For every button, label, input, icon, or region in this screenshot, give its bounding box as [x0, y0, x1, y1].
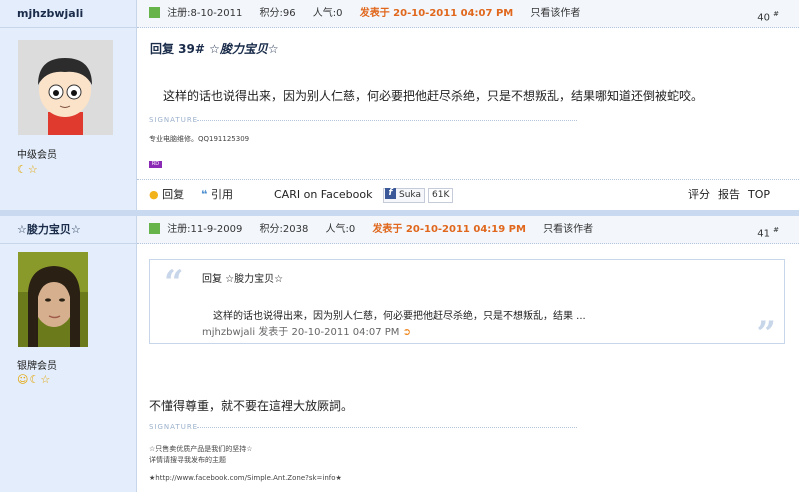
avatar[interactable] [18, 40, 113, 135]
facebook-icon: f [385, 188, 396, 199]
quote-label: 引用 [210, 188, 233, 201]
facebook-like-button[interactable]: f Suka [383, 188, 425, 203]
quote-source[interactable]: mjhzbwjali 发表于 20-10-2011 04:07 PM ➲ [202, 323, 411, 338]
author-only-link[interactable]: 只看该作者 [530, 8, 580, 19]
open-quote-icon: “ [164, 263, 184, 303]
user-rank: 中级会员 [17, 150, 57, 161]
signature-divider [197, 120, 577, 121]
post-meta: 注册:8-10-2011 积分:96 人气:0 发表于 20-10-2011 0… [137, 0, 799, 28]
author-name[interactable]: mjhzbwjali [0, 0, 136, 28]
rate-button[interactable]: 评分 [688, 180, 710, 210]
author-name[interactable]: ☆朘力宝贝☆ [0, 216, 136, 244]
top-button[interactable]: TOP [748, 180, 770, 210]
floor-mark: # [773, 10, 779, 18]
user-rank: 银牌会员 [17, 361, 57, 372]
jump-to-post-icon[interactable]: ➲ [403, 327, 411, 338]
quote-icon: ❝ [201, 188, 208, 201]
reply-button[interactable]: ● 回复 [149, 180, 184, 210]
post-40: mjhzbwjali 中级会员 ☾☆ 注册:8-10-2011 积分:96 人气… [0, 0, 799, 210]
post-date: 发表于 20-10-2011 04:19 PM [372, 224, 526, 235]
quote-block: “ 回复 ☆朘力宝贝☆ 这样的话也说得出来，因为别人仁慈，何必要把他赶尽杀绝，只… [149, 259, 785, 351]
floor-value: 40 [757, 12, 770, 24]
avatar[interactable] [18, 252, 88, 347]
floor-value: 41 [757, 228, 770, 240]
rank-stars-icon: ☾☆ [17, 163, 39, 176]
signature-line-1: ☆只售卖优质产品是我们的坚持☆ [149, 445, 253, 453]
post-meta: 注册:11-9-2009 积分:2038 人气:0 发表于 20-10-2011… [137, 216, 799, 244]
author-sidebar: ☆朘力宝贝☆ 银牌会员 ☺☾☆ [0, 216, 137, 492]
author-sidebar: mjhzbwjali 中级会员 ☾☆ [0, 0, 137, 210]
signature-line-2: 详情请搜寻我发布的主题 [149, 456, 226, 464]
floor-number[interactable]: 41 # [757, 216, 779, 248]
user-icon [149, 6, 160, 18]
signature-text: 专业电脑维修。QQ191125309 [149, 135, 250, 143]
points: 积分:96 [259, 8, 296, 19]
register-date: 注册:8-10-2011 [167, 8, 243, 19]
floor-mark: # [773, 226, 779, 234]
user-icon [149, 222, 160, 234]
quote-button[interactable]: ❝ 引用 [201, 180, 233, 210]
post-title: 回复 39# ☆朘力宝贝☆ [150, 40, 279, 57]
post-41: ☆朘力宝贝☆ 银牌会员 ☺☾☆ 注册:11-9-2009 积分:2038 人气:… [0, 216, 799, 492]
rank-stars-icon: ☺☾☆ [17, 373, 52, 386]
reply-label: 回复 [162, 188, 185, 201]
suka-label: Suka [399, 190, 421, 200]
popularity: 人气:0 [312, 8, 343, 19]
signature-divider [197, 427, 577, 428]
post-date: 发表于 20-10-2011 04:07 PM [359, 8, 514, 19]
post-content: 注册:8-10-2011 积分:96 人气:0 发表于 20-10-2011 0… [137, 0, 799, 210]
medal-badge: RD [149, 161, 162, 168]
quote-title: 回复 ☆朘力宝贝☆ [202, 274, 284, 285]
floor-number[interactable]: 40 # [757, 0, 779, 32]
post-body: 这样的话也说得出来，因为别人仁慈，何必要把他赶尽杀绝，只是不想叛乱，结果哪知道还… [163, 89, 704, 103]
like-count: 61K [428, 188, 454, 203]
signature-label: SIGNATURE [149, 423, 199, 431]
author-only-link[interactable]: 只看该作者 [543, 224, 593, 235]
post-body: 不懂得尊重，就不要在這裡大放厥詞。 [149, 399, 354, 413]
reply-user[interactable]: ☆朘力宝贝☆ [209, 42, 279, 56]
reply-floor: 回复 39# [150, 42, 205, 56]
report-button[interactable]: 报告 [718, 180, 740, 210]
popularity: 人气:0 [325, 224, 356, 235]
post-content: 注册:11-9-2009 积分:2038 人气:0 发表于 20-10-2011… [137, 216, 799, 492]
signature-link[interactable]: ★http://www.facebook.com/Simple.Ant.Zone… [149, 474, 342, 482]
close-quote-icon: ” [756, 314, 776, 354]
reply-icon: ● [149, 188, 159, 201]
points: 积分:2038 [259, 224, 309, 235]
quote-source-text: mjhzbwjali 发表于 20-10-2011 04:07 PM [202, 327, 400, 338]
post-actions: ● 回复 ❝ 引用 CARI on Facebook f Suka 61K 评分 … [137, 179, 799, 209]
register-date: 注册:11-9-2009 [167, 224, 243, 235]
quote-body: 这样的话也说得出来，因为别人仁慈，何必要把他赶尽杀绝，只是不想叛乱，结果 ... [213, 311, 586, 322]
signature-label: SIGNATURE [149, 116, 199, 124]
cari-facebook-link[interactable]: CARI on Facebook [274, 180, 372, 210]
